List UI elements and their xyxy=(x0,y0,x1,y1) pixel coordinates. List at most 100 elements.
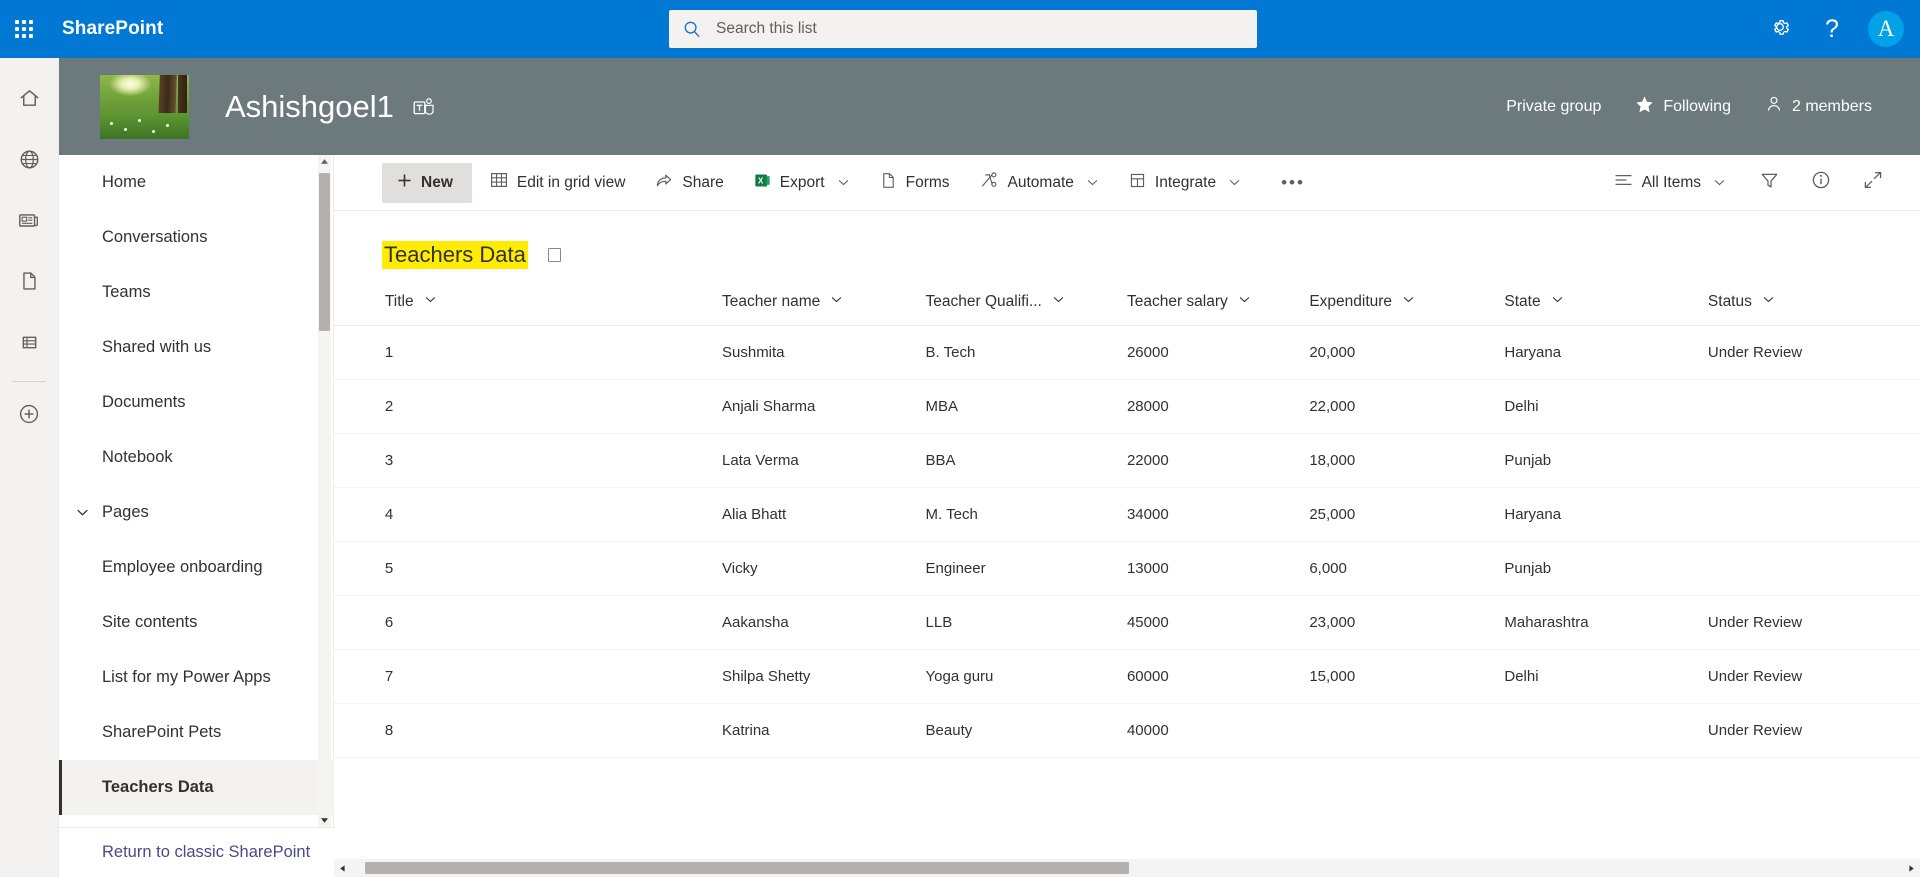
export-button[interactable]: X Export xyxy=(742,163,862,203)
chevron-down-icon[interactable] xyxy=(1762,293,1775,311)
row-select[interactable] xyxy=(334,542,385,596)
sidebar-item-shared-with-us[interactable]: Shared with us xyxy=(59,320,334,375)
table-row[interactable]: 3 Lata Verma BBA 22000 18,000 Punjab xyxy=(334,434,1920,488)
cell-teacher-name: Katrina xyxy=(722,704,926,758)
row-select[interactable] xyxy=(334,326,385,380)
svg-text:X: X xyxy=(758,176,764,185)
row-select[interactable] xyxy=(334,596,385,650)
select-all-header[interactable] xyxy=(334,283,385,326)
forms-button[interactable]: Forms xyxy=(868,163,962,203)
teams-icon[interactable] xyxy=(412,96,436,118)
row-select[interactable] xyxy=(334,380,385,434)
chevron-down-icon[interactable] xyxy=(1402,293,1415,311)
share-button[interactable]: Share xyxy=(643,163,735,203)
scroll-left-icon[interactable] xyxy=(334,859,351,877)
cell-expenditure: 20,000 xyxy=(1309,326,1504,380)
list-title[interactable]: Teachers Data xyxy=(382,241,528,269)
nav-scrollbar-thumb[interactable] xyxy=(319,173,330,331)
sidebar-item-notebook[interactable]: Notebook xyxy=(59,430,334,485)
more-commands-button[interactable]: ••• xyxy=(1269,163,1317,203)
table-row[interactable]: 6 Aakansha LLB 45000 23,000 Maharashtra … xyxy=(334,596,1920,650)
app-launcher-button[interactable] xyxy=(0,0,48,58)
site-navigation: Home Conversations Teams Shared with us … xyxy=(59,155,334,877)
horizontal-scroll-thumb[interactable] xyxy=(365,862,1129,874)
table-row[interactable]: 1 Sushmita B. Tech 26000 20,000 Haryana … xyxy=(334,326,1920,380)
search-input[interactable] xyxy=(716,20,1243,38)
table-row[interactable]: 7 Shilpa Shetty Yoga guru 60000 15,000 D… xyxy=(334,650,1920,704)
sidebar-item-teachers-data[interactable]: Teachers Data xyxy=(59,760,334,815)
column-header-expenditure[interactable]: Expenditure xyxy=(1309,283,1504,326)
rail-item-home[interactable] xyxy=(0,70,59,131)
return-to-classic-link[interactable]: Return to classic SharePoint xyxy=(59,827,334,877)
cell-state xyxy=(1504,704,1708,758)
table-row[interactable]: 5 Vicky Engineer 13000 6,000 Punjab xyxy=(334,542,1920,596)
column-header-teacher-qualification[interactable]: Teacher Qualifi... xyxy=(926,283,1127,326)
edit-in-grid-view-button[interactable]: Edit in grid view xyxy=(478,163,638,203)
plus-icon xyxy=(397,173,412,193)
row-select[interactable] xyxy=(334,650,385,704)
view-label: All Items xyxy=(1642,174,1701,192)
search-box[interactable] xyxy=(669,10,1257,48)
table-row[interactable]: 8 Katrina Beauty 40000 Under Review xyxy=(334,704,1920,758)
filter-button[interactable] xyxy=(1748,163,1790,203)
grid-icon xyxy=(490,171,508,194)
row-select[interactable] xyxy=(334,434,385,488)
row-select[interactable] xyxy=(334,488,385,542)
cell-title: 5 xyxy=(385,542,722,596)
cell-expenditure: 23,000 xyxy=(1309,596,1504,650)
sidebar-item-pages[interactable]: Pages xyxy=(59,485,334,540)
integrate-button[interactable]: Integrate xyxy=(1117,163,1253,203)
horizontal-scroll-track[interactable] xyxy=(351,859,1903,877)
cell-expenditure xyxy=(1309,704,1504,758)
sidebar-item-site-contents[interactable]: Site contents xyxy=(59,595,334,650)
sidebar-item-employee-onboarding[interactable]: Employee onboarding xyxy=(59,540,334,595)
column-header-teacher-name[interactable]: Teacher name xyxy=(722,283,926,326)
cell-qualification: BBA xyxy=(926,434,1127,488)
horizontal-scrollbar[interactable] xyxy=(334,859,1920,877)
sidebar-item-home[interactable]: Home xyxy=(59,155,334,210)
avatar[interactable]: A xyxy=(1868,11,1904,47)
table-row[interactable]: 2 Anjali Sharma MBA 28000 22,000 Delhi xyxy=(334,380,1920,434)
view-selector[interactable]: All Items xyxy=(1602,163,1738,203)
site-title[interactable]: Ashishgoel1 xyxy=(225,89,394,125)
integrate-label: Integrate xyxy=(1155,174,1216,192)
chevron-down-icon[interactable] xyxy=(424,293,437,311)
nav-label: Conversations xyxy=(102,228,207,247)
automate-button[interactable]: Automate xyxy=(968,163,1111,203)
chevron-down-icon[interactable] xyxy=(1238,293,1251,311)
details-button[interactable] xyxy=(1800,163,1842,203)
new-button[interactable]: New xyxy=(382,163,472,203)
help-button[interactable]: ? xyxy=(1808,5,1856,53)
settings-button[interactable] xyxy=(1756,5,1804,53)
row-select[interactable] xyxy=(334,704,385,758)
rail-item-globe[interactable] xyxy=(0,131,59,192)
members-button[interactable]: 2 members xyxy=(1765,95,1872,118)
cell-expenditure: 15,000 xyxy=(1309,650,1504,704)
following-button[interactable]: Following xyxy=(1635,95,1731,119)
column-header-title[interactable]: Title xyxy=(385,283,722,326)
chevron-down-icon[interactable] xyxy=(75,505,90,520)
rail-item-lists[interactable] xyxy=(0,314,59,375)
nav-scrollbar[interactable] xyxy=(318,155,331,827)
chevron-down-icon[interactable] xyxy=(830,293,843,311)
rail-item-create[interactable] xyxy=(0,386,59,447)
scroll-down-icon[interactable] xyxy=(318,814,331,827)
sidebar-item-documents[interactable]: Documents xyxy=(59,375,334,430)
fullscreen-button[interactable] xyxy=(1852,163,1894,203)
chevron-down-icon[interactable] xyxy=(1052,293,1065,311)
sharepoint-brand[interactable]: SharePoint xyxy=(62,18,163,40)
column-header-state[interactable]: State xyxy=(1504,283,1708,326)
column-header-status[interactable]: Status xyxy=(1708,283,1920,326)
sidebar-item-teams[interactable]: Teams xyxy=(59,265,334,320)
sidebar-item-conversations[interactable]: Conversations xyxy=(59,210,334,265)
chevron-down-icon[interactable] xyxy=(1551,293,1564,311)
rail-item-documents[interactable] xyxy=(0,253,59,314)
table-row[interactable]: 4 Alia Bhatt M. Tech 34000 25,000 Haryan… xyxy=(334,488,1920,542)
rail-item-news[interactable] xyxy=(0,192,59,253)
scroll-up-icon[interactable] xyxy=(318,155,331,168)
column-header-teacher-salary[interactable]: Teacher salary xyxy=(1127,283,1309,326)
sidebar-item-list-for-my-power-apps[interactable]: List for my Power Apps xyxy=(59,650,334,705)
scroll-right-icon[interactable] xyxy=(1903,859,1920,877)
plus-circle-icon xyxy=(17,402,41,431)
sidebar-item-sharepoint-pets[interactable]: SharePoint Pets xyxy=(59,705,334,760)
